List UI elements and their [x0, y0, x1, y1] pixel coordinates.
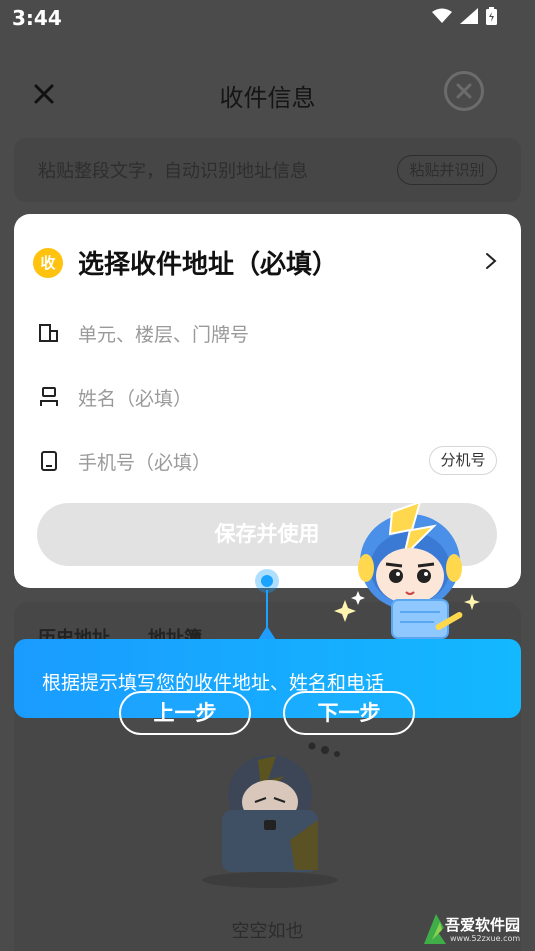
guide-pointer-line [266, 590, 268, 630]
unit-input[interactable]: 单元、楼层、门牌号 [78, 320, 249, 347]
clear-circle-icon[interactable] [444, 71, 484, 111]
battery-icon [486, 7, 497, 25]
name-input[interactable]: 姓名（必填） [78, 384, 192, 411]
select-address-button[interactable]: 选择收件地址（必填） [78, 244, 338, 281]
extension-button[interactable]: 分机号 [429, 446, 497, 475]
paste-input[interactable]: 粘贴整段文字，自动识别地址信息 [38, 157, 308, 183]
next-step-button[interactable]: 下一步 [283, 691, 415, 735]
guide-mascot-illustration [334, 500, 480, 639]
watermark-url: www.52zxue.com [450, 934, 521, 943]
paste-recognize-button[interactable]: 粘贴并识别 [397, 155, 497, 185]
status-time: 3:44 [12, 6, 62, 30]
watermark-text: 吾爱软件园 [445, 916, 521, 934]
prev-step-button[interactable]: 上一步 [119, 691, 251, 735]
receive-badge: 收 [33, 248, 63, 278]
guide-pointer-dot-inner [261, 575, 273, 587]
building-icon [39, 324, 58, 342]
person-icon [40, 387, 58, 406]
phone-input[interactable]: 手机号（必填） [78, 448, 211, 475]
wifi-icon [432, 8, 452, 23]
chevron-right-icon[interactable] [482, 252, 500, 270]
phone-icon [41, 451, 57, 471]
empty-mascot-illustration [202, 742, 340, 888]
guide-bubble-tip [258, 626, 276, 640]
status-icons [432, 7, 497, 25]
signal-icon [460, 8, 478, 24]
